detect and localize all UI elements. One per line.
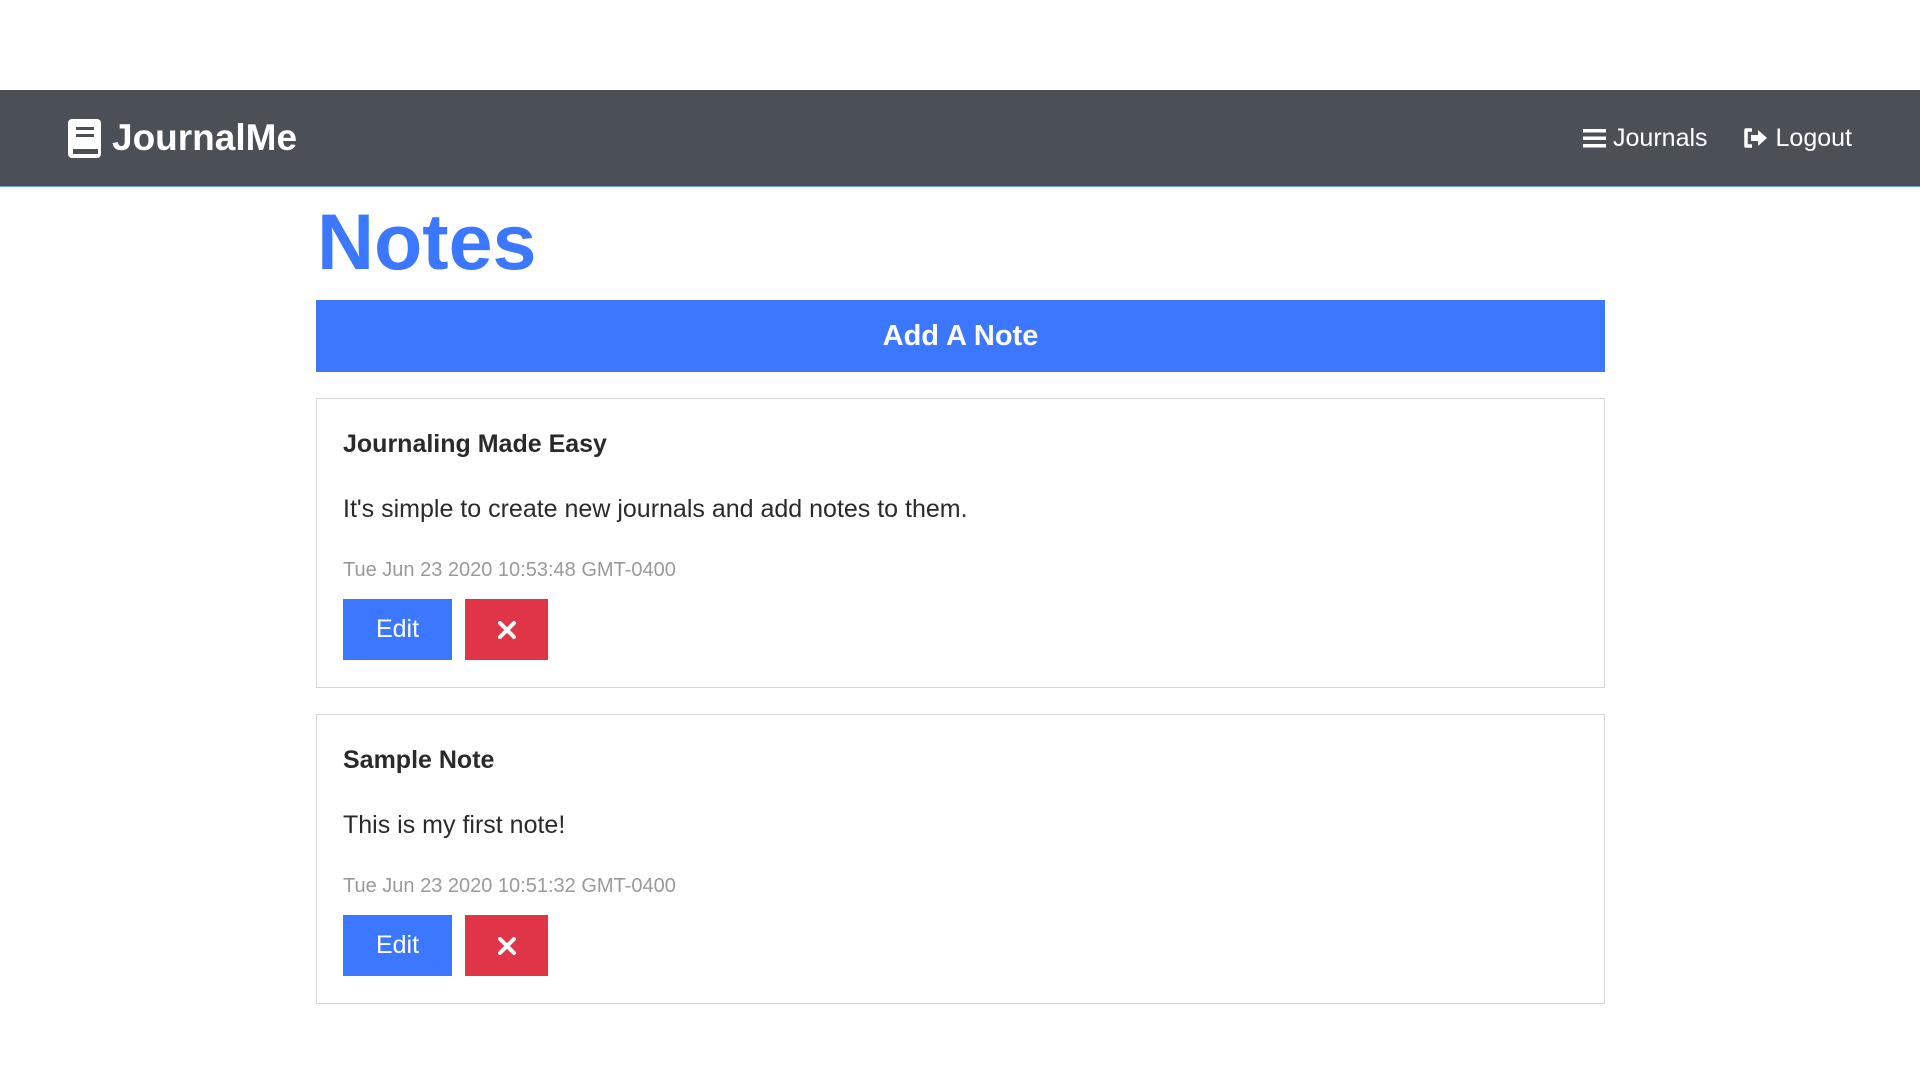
main-content: Notes Add A Note Journaling Made Easy It… [316,187,1605,1004]
note-timestamp: Tue Jun 23 2020 10:51:32 GMT-0400 [343,875,676,897]
nav-logout-link[interactable]: Logout [1743,124,1852,153]
brand-link[interactable]: JournalMe [68,117,297,159]
times-icon [497,936,516,955]
note-card: Journaling Made Easy It's simple to crea… [316,398,1605,688]
delete-note-button[interactable] [465,915,548,976]
note-body: It's simple to create new journals and a… [343,495,968,523]
note-card: Sample Note This is my first note! Tue J… [316,714,1605,1004]
times-icon [497,620,516,639]
delete-note-button[interactable] [465,599,548,660]
note-actions: Edit [343,915,548,976]
bars-icon [1583,129,1607,148]
edit-note-button[interactable]: Edit [343,915,452,976]
nav-links: Journals Logout [1583,124,1852,153]
note-actions: Edit [343,599,548,660]
edit-note-button[interactable]: Edit [343,599,452,660]
nav-journals-link[interactable]: Journals [1583,124,1708,153]
note-timestamp: Tue Jun 23 2020 10:53:48 GMT-0400 [343,559,676,581]
brand-name: JournalMe [112,117,298,158]
note-body: This is my first note! [343,811,566,839]
add-note-button[interactable]: Add A Note [316,300,1605,372]
nav-logout-label: Logout [1775,123,1852,152]
sign-out-icon [1743,128,1767,148]
nav-journals-label: Journals [1613,123,1708,152]
note-title: Journaling Made Easy [343,430,607,458]
top-navbar: JournalMe Journals Logout [0,90,1920,187]
page-title: Notes [317,197,537,286]
note-title: Sample Note [343,746,495,774]
book-icon [68,118,101,158]
